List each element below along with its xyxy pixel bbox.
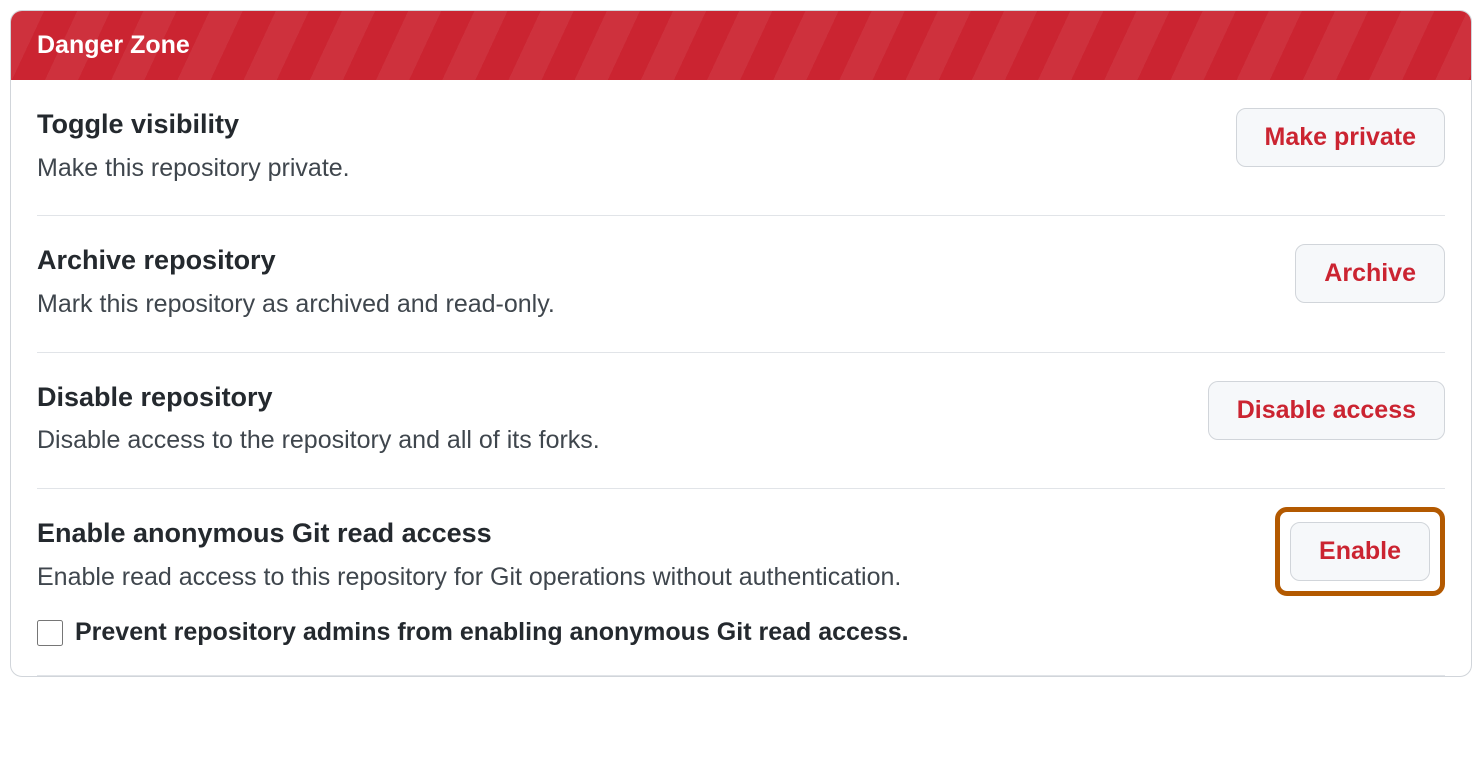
disable-repository-text: Disable repository Disable access to the… bbox=[37, 381, 1184, 460]
prevent-admins-checkbox-row: Prevent repository admins from enabling … bbox=[37, 618, 1251, 647]
make-private-button[interactable]: Make private bbox=[1236, 108, 1445, 167]
anonymous-git-read-title: Enable anonymous Git read access bbox=[37, 517, 1251, 551]
danger-zone-body: Toggle visibility Make this repository p… bbox=[11, 80, 1471, 676]
anonymous-git-read-row: Enable anonymous Git read access Enable … bbox=[37, 489, 1445, 676]
prevent-admins-label[interactable]: Prevent repository admins from enabling … bbox=[75, 618, 909, 647]
enable-button-highlight: Enable bbox=[1275, 507, 1445, 596]
archive-repository-title: Archive repository bbox=[37, 244, 1271, 278]
disable-repository-row: Disable repository Disable access to the… bbox=[37, 353, 1445, 489]
anonymous-git-read-description: Enable read access to this repository fo… bbox=[37, 559, 1251, 597]
danger-zone-header: Danger Zone bbox=[11, 11, 1471, 80]
disable-repository-description: Disable access to the repository and all… bbox=[37, 422, 1184, 460]
anonymous-git-read-text: Enable anonymous Git read access Enable … bbox=[37, 517, 1251, 647]
archive-button[interactable]: Archive bbox=[1295, 244, 1445, 303]
prevent-admins-checkbox[interactable] bbox=[37, 620, 63, 646]
enable-button[interactable]: Enable bbox=[1290, 522, 1430, 581]
archive-repository-row: Archive repository Mark this repository … bbox=[37, 216, 1445, 352]
archive-repository-text: Archive repository Mark this repository … bbox=[37, 244, 1271, 323]
archive-repository-description: Mark this repository as archived and rea… bbox=[37, 286, 1271, 324]
disable-access-button[interactable]: Disable access bbox=[1208, 381, 1445, 440]
toggle-visibility-row: Toggle visibility Make this repository p… bbox=[37, 80, 1445, 216]
toggle-visibility-description: Make this repository private. bbox=[37, 150, 1212, 188]
disable-repository-title: Disable repository bbox=[37, 381, 1184, 415]
danger-zone-panel: Danger Zone Toggle visibility Make this … bbox=[10, 10, 1472, 677]
toggle-visibility-text: Toggle visibility Make this repository p… bbox=[37, 108, 1212, 187]
toggle-visibility-title: Toggle visibility bbox=[37, 108, 1212, 142]
